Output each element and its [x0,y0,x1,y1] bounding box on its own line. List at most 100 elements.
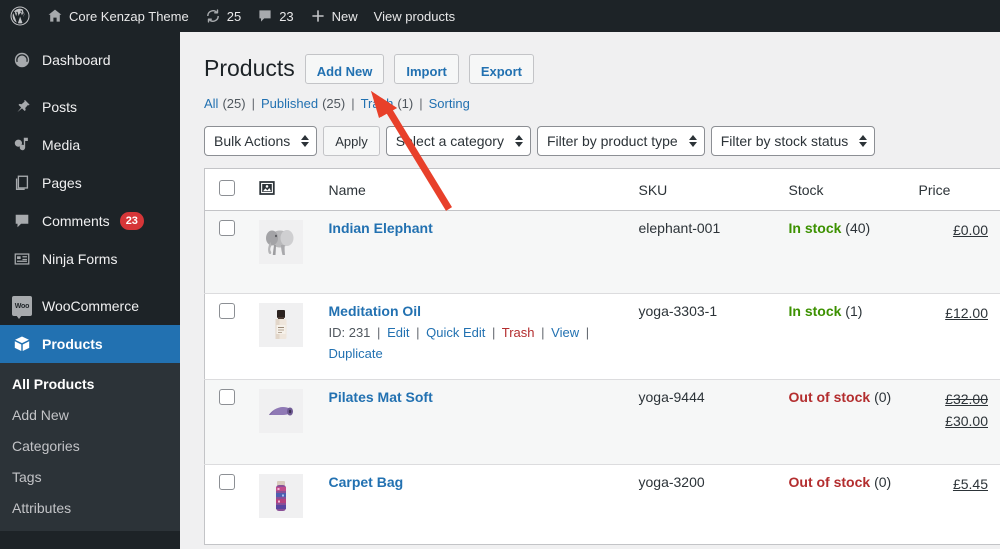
site-name-label: Core Kenzap Theme [69,8,189,24]
home-icon [47,8,63,24]
wordpress-logo-icon [10,6,30,26]
image-column-icon [258,181,275,199]
sidebar-item-label: Comments [42,213,110,229]
view-all[interactable]: All (25) [204,96,246,111]
row-sku-cell: yoga-3303-1 [628,293,779,380]
sku-column-header[interactable]: SKU [628,168,779,211]
stock-status-filter-select[interactable]: Filter by stock status [710,126,876,156]
submenu-item-tags[interactable]: Tags [0,462,180,493]
sidebar-item-posts[interactable]: Posts [0,88,180,126]
view-products-menu[interactable]: View products [366,0,463,32]
row-action-trash[interactable]: Trash [502,325,535,340]
view-sorting-link[interactable]: Sorting [429,96,470,111]
pin-icon [12,97,32,117]
sidebar-item-pages[interactable]: Pages [0,164,180,202]
submenu-item-attributes[interactable]: Attributes [0,493,180,524]
row-action-view[interactable]: View [551,325,579,340]
stock-status-badge: Out of stock [788,474,871,490]
submenu-item-all-products[interactable]: All Products [0,369,180,400]
table-row[interactable]: Indian Elephant elephant-001 In stock (4… [204,210,1000,294]
stock-status-badge: In stock [788,220,842,236]
product-name-link[interactable]: Pilates Mat Soft [329,389,433,405]
row-checkbox[interactable] [219,303,235,319]
row-action-quick-edit[interactable]: Quick Edit [426,325,485,340]
view-products-label: View products [373,8,456,24]
view-published-link[interactable]: Published [261,96,318,111]
view-trash[interactable]: Trash (1) [361,96,414,111]
view-separator-2: | [351,96,355,111]
row-thumbnail-cell [248,379,319,465]
products-box-icon [12,334,32,354]
page-title: Products [204,55,295,82]
bulk-actions-select[interactable]: Bulk Actions [204,126,318,156]
row-sku-cell: yoga-9444 [628,379,779,465]
sidebar-item-ninja-forms[interactable]: Ninja Forms [0,240,180,278]
chevron-updown-icon [301,135,310,147]
view-all-link[interactable]: All [204,96,218,111]
regular-price-struck: £32.00 [945,391,988,407]
row-price-cell: £32.00 £30.00 [908,379,1000,465]
row-price-cell: £5.45 [908,464,1000,545]
comment-icon [12,211,32,231]
comments-menu[interactable]: 23 [249,0,301,32]
product-price: £12.00 [945,305,988,321]
media-icon [12,135,32,155]
price-column-header[interactable]: Price [908,168,1000,211]
row-checkbox-cell [204,293,249,380]
view-published[interactable]: Published (25) [261,96,345,111]
sidebar-item-label: Pages [42,175,82,191]
sidebar-item-products[interactable]: Products [0,325,188,363]
yoga-mat-thumbnail[interactable] [258,389,303,433]
stock-status-badge: Out of stock [788,389,871,405]
view-sorting[interactable]: Sorting [429,96,470,111]
pages-icon [12,173,32,193]
sidebar-item-woocommerce[interactable]: Woo WooCommerce [0,287,180,325]
wordpress-logo-menu[interactable] [0,0,39,32]
row-checkbox-cell [204,379,249,465]
admin-bar: Core Kenzap Theme 25 23 New View product… [0,0,1000,32]
table-row[interactable]: Carpet Bag yoga-3200 Out of stock (0) £5… [204,464,1000,545]
sidebar-item-dashboard[interactable]: Dashboard [0,41,180,79]
add-new-button[interactable]: Add New [304,54,385,84]
name-column-header[interactable]: Name [318,168,629,211]
submenu-item-categories[interactable]: Categories [0,431,180,462]
sidebar-item-media[interactable]: Media [0,126,180,164]
sidebar-item-label: WooCommerce [42,298,139,314]
plus-icon [310,8,326,24]
row-checkbox[interactable] [219,389,235,405]
menu-top-spacer [0,32,180,41]
oil-bottle-thumbnail[interactable] [258,303,303,347]
row-checkbox[interactable] [219,220,235,236]
row-action-duplicate[interactable]: Duplicate [329,346,383,361]
carpet-bag-thumbnail[interactable] [258,474,303,518]
site-name-menu[interactable]: Core Kenzap Theme [39,0,197,32]
products-table: Name SKU Stock Price Indian Elephant ele… [204,168,1000,545]
export-button[interactable]: Export [468,54,535,84]
new-content-menu[interactable]: New [302,0,366,32]
view-trash-link[interactable]: Trash [361,96,394,111]
products-page-wrap: Products Add New Import Export All (25) … [180,32,1000,545]
product-name-link[interactable]: Indian Elephant [329,220,433,236]
product-sale-price: £30.00 [945,412,988,429]
import-button[interactable]: Import [394,54,459,84]
row-price-cell: £12.00 [908,293,1000,380]
product-name-link[interactable]: Meditation Oil [329,303,422,319]
table-row[interactable]: Meditation Oil ID: 231 | Edit | Quick Ed… [204,293,1000,380]
row-action-edit[interactable]: Edit [387,325,409,340]
product-name-link[interactable]: Carpet Bag [329,474,404,490]
updates-menu[interactable]: 25 [197,0,249,32]
product-type-filter-select[interactable]: Filter by product type [536,126,705,156]
table-navigation-top: Bulk Actions Apply Select a category Fil… [204,126,980,156]
sidebar-item-comments[interactable]: Comments 23 [0,202,180,240]
table-row[interactable]: Pilates Mat Soft yoga-9444 Out of stock … [204,379,1000,465]
row-sku-cell: yoga-3200 [628,464,779,545]
row-stock-cell: In stock (40) [778,210,909,294]
stock-column-header: Stock [778,168,909,211]
elephant-thumbnail[interactable] [258,220,303,264]
submenu-item-add-new[interactable]: Add New [0,400,180,431]
category-filter-select[interactable]: Select a category [385,126,531,156]
apply-button[interactable]: Apply [323,126,380,156]
row-checkbox[interactable] [219,474,235,490]
select-all-checkbox[interactable] [219,180,235,196]
comments-count: 23 [279,8,294,24]
